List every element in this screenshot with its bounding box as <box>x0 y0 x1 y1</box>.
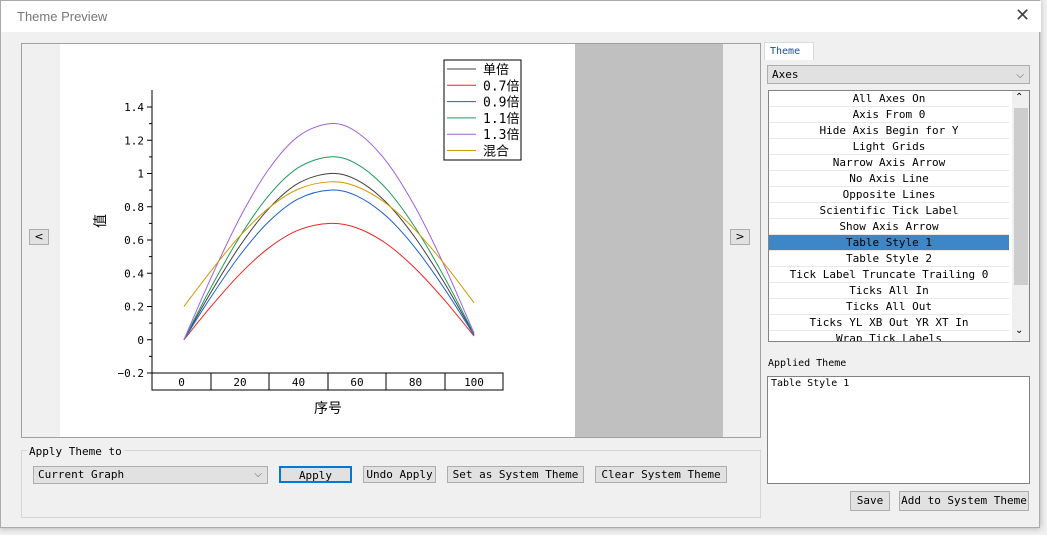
y-tick-label: 1 <box>137 168 144 181</box>
y-tick-label: 0.4 <box>124 267 144 280</box>
theme-list-item[interactable]: Ticks All In <box>769 283 1009 299</box>
title-bar: Theme Preview ✕ <box>1 1 1041 32</box>
scrollbar-thumb[interactable] <box>1014 108 1028 285</box>
applied-theme-label: Applied Theme <box>768 358 847 369</box>
theme-list-item[interactable]: Show Axis Arrow <box>769 219 1009 235</box>
theme-preview-dialog: Theme Preview ✕ < 1.4 1.2 1 0.8 0.6 0.4 0.2 0 −0… <box>0 0 1041 528</box>
y-tick-label: 0.6 <box>124 234 144 247</box>
chevron-right-icon: > <box>735 230 745 243</box>
series-line-3 <box>183 156 475 340</box>
scrollbar[interactable]: ⌃ ⌄ <box>1012 91 1029 341</box>
add-to-system-theme-button[interactable]: Add to System Theme <box>899 491 1029 511</box>
theme-category-value: Axes <box>772 68 799 81</box>
legend-label: 混合 <box>483 145 509 160</box>
theme-category-select[interactable]: Axes ⌵ <box>767 65 1030 84</box>
apply-group-label: Apply Theme to <box>27 445 124 458</box>
y-tick-label: 0 <box>137 334 144 347</box>
scroll-up-icon[interactable]: ⌃ <box>1015 92 1023 103</box>
theme-list[interactable]: All Axes On Axis From 0 Hide Axis Begin fo… <box>768 90 1030 342</box>
theme-list-item[interactable]: Ticks YL XB Out YR XT In <box>769 315 1009 331</box>
legend-label: 0.9倍 <box>483 96 519 111</box>
series-line-1 <box>183 222 475 341</box>
close-icon[interactable]: ✕ <box>1015 5 1030 26</box>
window-title: Theme Preview <box>17 9 108 24</box>
legend-label: 1.3倍 <box>483 128 519 143</box>
save-button[interactable]: Save <box>850 491 890 511</box>
x-tick-label: 0 <box>178 376 185 389</box>
x-tick-label: 100 <box>464 376 484 389</box>
chart: 1.4 1.2 1 0.8 0.6 0.4 0.2 0 −0.2 0 20 40 60 80 100 序号 值 单… <box>93 59 522 417</box>
y-tick-label: 1.4 <box>124 101 144 114</box>
series-line-0 <box>183 172 475 340</box>
chevron-down-icon: ⌵ <box>254 469 262 480</box>
theme-list-item[interactable]: Narrow Axis Arrow <box>769 155 1009 171</box>
apply-button[interactable]: Apply <box>279 466 352 483</box>
tab-theme[interactable]: Theme <box>764 42 814 60</box>
theme-list-item[interactable]: Wrap Tick Labels <box>769 331 1009 341</box>
y-tick-label: 0.2 <box>124 301 144 314</box>
next-button[interactable]: > <box>730 229 750 245</box>
y-tick-label: −0.2 <box>118 367 145 380</box>
apply-group <box>21 450 761 518</box>
theme-list-item[interactable]: Axis From 0 <box>769 107 1009 123</box>
apply-target-select[interactable]: Current Graph ⌵ <box>33 466 268 484</box>
theme-list-item[interactable]: Tick Label Truncate Trailing 0 <box>769 267 1009 283</box>
set-system-theme-button[interactable]: Set as System Theme <box>447 466 584 483</box>
applied-theme-box[interactable]: Table Style 1 <box>767 376 1030 484</box>
x-axis-title: 序号 <box>314 401 342 417</box>
chevron-down-icon: ⌵ <box>1016 70 1024 81</box>
prev-button[interactable]: < <box>29 229 49 245</box>
theme-list-items: All Axes On Axis From 0 Hide Axis Begin fo… <box>769 91 1029 341</box>
clear-system-theme-button[interactable]: Clear System Theme <box>595 466 727 483</box>
y-tick-label: 1.2 <box>124 134 144 147</box>
theme-list-item[interactable]: Hide Axis Begin for Y <box>769 123 1009 139</box>
theme-list-item[interactable]: Opposite Lines <box>769 187 1009 203</box>
undo-apply-button[interactable]: Undo Apply <box>363 466 436 483</box>
graph-page: 1.4 1.2 1 0.8 0.6 0.4 0.2 0 −0.2 0 20 40 60 80 100 序号 值 单… <box>60 44 575 437</box>
theme-list-item[interactable]: All Axes On <box>769 91 1009 107</box>
preview-frame: < 1.4 1.2 1 0.8 0.6 0.4 0.2 0 −0.2 0 20 40 60 80 100 序号… <box>21 43 761 438</box>
theme-list-item[interactable]: Table Style 1 <box>769 235 1009 251</box>
x-tick-label: 60 <box>350 376 363 389</box>
theme-list-item[interactable]: Table Style 2 <box>769 251 1009 267</box>
page-margin <box>575 44 723 437</box>
series-line-4 <box>183 123 475 340</box>
theme-list-item[interactable]: No Axis Line <box>769 171 1009 187</box>
chevron-left-icon: < <box>34 230 44 243</box>
theme-list-item[interactable]: Scientific Tick Label <box>769 203 1009 219</box>
legend-label: 0.7倍 <box>483 79 519 94</box>
x-tick-label: 40 <box>292 376 305 389</box>
legend-label: 单倍 <box>483 63 509 78</box>
theme-list-item[interactable]: Light Grids <box>769 139 1009 155</box>
x-tick-label: 80 <box>409 376 422 389</box>
theme-list-item[interactable]: Ticks All Out <box>769 299 1009 315</box>
scroll-down-icon[interactable]: ⌄ <box>1015 325 1023 336</box>
apply-target-value: Current Graph <box>38 468 125 481</box>
y-axis-title: 值 <box>93 214 109 228</box>
x-tick-label: 20 <box>233 376 246 389</box>
applied-theme-value: Table Style 1 <box>771 378 850 389</box>
legend-label: 1.1倍 <box>483 112 519 127</box>
y-tick-label: 0.8 <box>124 201 144 214</box>
